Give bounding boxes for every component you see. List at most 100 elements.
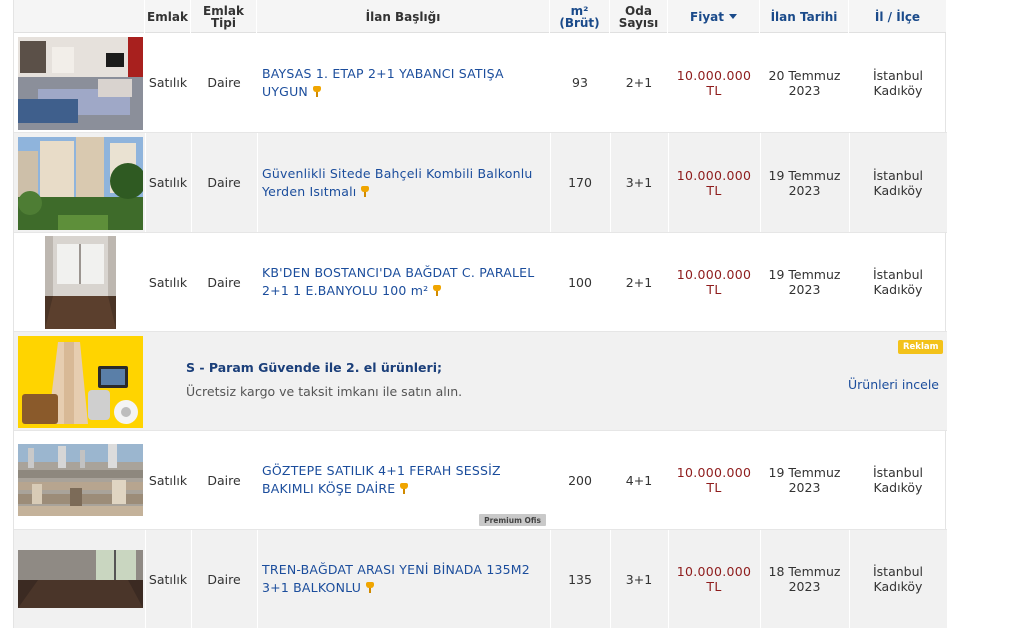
tip-cell: Daire [207, 175, 241, 190]
listing-title-text: BAYSAS 1. ETAP 2+1 YABANCI SATIŞA UYGUN [262, 65, 504, 99]
listing-table: Emlak Emlak Tipi İlan Başlığı m² (Brüt) … [13, 0, 947, 628]
emlak-cell: Satılık [148, 274, 188, 290]
location-il: İstanbul [872, 167, 923, 183]
emlak-cell: Satılık [148, 75, 188, 90]
oda-cell: 2+1 [625, 75, 653, 90]
tip-cell: Daire [207, 75, 241, 90]
products-collage-photo[interactable] [18, 336, 143, 428]
oda-cell: 3+1 [625, 571, 653, 587]
header-image [14, 0, 145, 33]
ad-subtitle: Ücretsiz kargo ve taksit imkanı ile satı… [186, 384, 463, 399]
listing-title-text: TREN-BAĞDAT ARASI YENİ BİNADA 135M2 3+1 … [262, 562, 530, 595]
location-il: İstanbul [872, 564, 923, 579]
location-ilce: Kadıköy [873, 282, 923, 297]
location-ilce: Kadıköy [873, 480, 923, 495]
date-year: 2023 [788, 282, 821, 297]
empty-room-window-photo[interactable] [18, 550, 143, 608]
table-header: Emlak Emlak Tipi İlan Başlığı m² (Brüt) … [14, 0, 947, 33]
price-cell: 10.000.000 TL [676, 67, 752, 98]
m2-cell: 100 [568, 274, 592, 290]
date-day: 19 Temmuz [768, 267, 841, 282]
date-cell: 19 Temmuz 2023 [760, 133, 849, 232]
header-emlak[interactable]: Emlak [145, 0, 191, 33]
date-year: 2023 [788, 82, 821, 98]
location-il: İstanbul [872, 267, 923, 282]
ad-row[interactable]: S - Param Güvende ile 2. el ürünleri; Üc… [14, 332, 947, 431]
listing-title-text: GÖZTEPE SATILIK 4+1 FERAH SESSİZ BAKIMLI… [262, 463, 501, 496]
header-emlak-tipi[interactable]: Emlak Tipi [191, 0, 257, 33]
header-m2[interactable]: m² (Brüt) [550, 0, 610, 33]
premium-badge: Premium Ofis [479, 514, 546, 526]
header-ilan-basligi[interactable]: İlan Başlığı [257, 0, 550, 33]
table-row[interactable]: Satılık Daire GÖZTEPE SATILIK 4+1 FERAH … [14, 431, 947, 530]
date-day: 20 Temmuz [768, 67, 841, 83]
date-day: 19 Temmuz [768, 167, 841, 183]
m2-cell: 93 [572, 75, 588, 90]
location-cell: İstanbul Kadıköy [849, 133, 947, 232]
listing-title-text: KB'DEN BOSTANCI'DA BAĞDAT C. PARALEL 2+1… [262, 265, 535, 298]
listing-title-link[interactable]: GÖZTEPE SATILIK 4+1 FERAH SESSİZ BAKIMLI… [262, 462, 544, 498]
date-cell: 19 Temmuz 2023 [760, 431, 849, 529]
listing-title-link[interactable]: KB'DEN BOSTANCI'DA BAĞDAT C. PARALEL 2+1… [262, 264, 544, 300]
date-cell: 18 Temmuz 2023 [760, 530, 849, 628]
tip-cell: Daire [207, 472, 241, 488]
pin-icon [312, 85, 322, 97]
location-ilce: Kadıköy [873, 182, 923, 198]
title-cell: BAYSAS 1. ETAP 2+1 YABANCI SATIŞA UYGUN [257, 33, 550, 132]
table-row[interactable]: Satılık Daire TREN-BAĞDAT ARASI YENİ BİN… [14, 530, 947, 628]
date-cell: 19 Temmuz 2023 [760, 233, 849, 331]
pin-icon [365, 582, 375, 593]
date-day: 19 Temmuz [768, 465, 841, 480]
ad-title[interactable]: S - Param Güvende ile 2. el ürünleri; [186, 360, 442, 375]
header-fiyat[interactable]: Fiyat [668, 0, 760, 33]
date-day: 18 Temmuz [768, 564, 841, 579]
location-cell: İstanbul Kadıköy [849, 233, 947, 331]
table-row[interactable]: Satılık Daire BAYSAS 1. ETAP 2+1 YABANCI… [14, 33, 947, 133]
header-il-ilce[interactable]: İl / İlçe [849, 0, 947, 33]
emlak-cell: Satılık [148, 472, 188, 488]
oda-cell: 2+1 [625, 274, 653, 290]
pin-icon [432, 285, 442, 296]
table-row[interactable]: Satılık Daire KB'DEN BOSTANCI'DA BAĞDAT … [14, 233, 947, 332]
apartment-building-photo[interactable] [18, 137, 143, 230]
listing-title-link[interactable]: BAYSAS 1. ETAP 2+1 YABANCI SATIŞA UYGUN [262, 65, 544, 101]
location-ilce: Kadıköy [873, 82, 923, 98]
m2-cell: 200 [568, 472, 592, 488]
listing-title-link[interactable]: Güvenlikli Sitede Bahçeli Kombili Balkon… [262, 165, 544, 201]
listing-title-link[interactable]: TREN-BAĞDAT ARASI YENİ BİNADA 135M2 3+1 … [262, 561, 544, 597]
city-aerial-photo[interactable] [18, 444, 143, 516]
location-il: İstanbul [872, 465, 923, 480]
date-year: 2023 [788, 579, 821, 594]
title-cell: TREN-BAĞDAT ARASI YENİ BİNADA 135M2 3+1 … [257, 530, 550, 628]
ad-badge: Reklam [898, 340, 944, 354]
listing-title-text: Güvenlikli Sitede Bahçeli Kombili Balkon… [262, 165, 533, 199]
sort-desc-icon [728, 14, 737, 19]
date-year: 2023 [788, 480, 821, 495]
m2-cell: 135 [568, 571, 592, 587]
table-row[interactable]: Satılık Daire Güvenlikli Sitede Bahçeli … [14, 133, 947, 233]
empty-room-photo[interactable] [45, 236, 116, 329]
header-ilan-tarihi[interactable]: İlan Tarihi [760, 0, 849, 33]
date-cell: 20 Temmuz 2023 [760, 33, 849, 132]
ad-link[interactable]: Ürünleri incele [848, 377, 939, 392]
title-cell: KB'DEN BOSTANCI'DA BAĞDAT C. PARALEL 2+1… [257, 233, 550, 331]
price-cell: 10.000.000 TL [676, 167, 752, 198]
location-cell: İstanbul Kadıköy [849, 33, 947, 132]
oda-cell: 3+1 [625, 175, 653, 190]
tip-cell: Daire [207, 571, 241, 587]
location-cell: İstanbul Kadıköy [849, 431, 947, 529]
price-cell: 10.000.000 TL [676, 564, 752, 594]
location-ilce: Kadıköy [873, 579, 923, 594]
price-cell: 10.000.000 TL [676, 267, 752, 297]
title-cell: Güvenlikli Sitede Bahçeli Kombili Balkon… [257, 133, 550, 232]
living-room-photo[interactable] [18, 37, 143, 130]
emlak-cell: Satılık [148, 571, 188, 587]
location-il: İstanbul [872, 67, 923, 83]
date-year: 2023 [788, 182, 821, 198]
tip-cell: Daire [207, 274, 241, 290]
header-oda-sayisi[interactable]: Oda Sayısı [610, 0, 668, 33]
pin-icon [399, 483, 409, 494]
header-fiyat-label: Fiyat [690, 9, 724, 24]
price-cell: 10.000.000 TL [676, 465, 752, 495]
m2-cell: 170 [568, 175, 592, 190]
